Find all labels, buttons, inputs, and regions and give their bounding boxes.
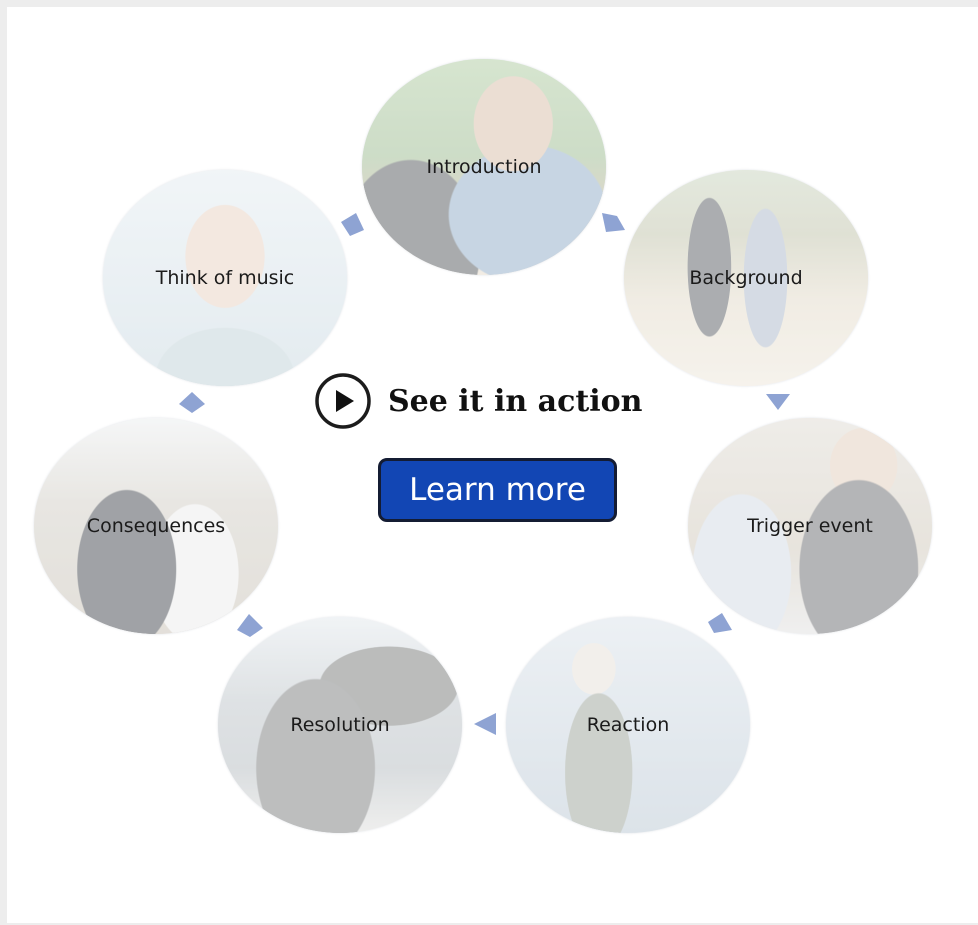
step-label: Think of music bbox=[155, 267, 295, 289]
step-label: Reaction bbox=[586, 714, 670, 736]
play-circle-icon[interactable] bbox=[314, 372, 372, 430]
arrow-background-to-trigger bbox=[766, 394, 790, 410]
step-consequences[interactable]: Consequences bbox=[34, 418, 278, 634]
arrow-reaction-to-resolution bbox=[474, 713, 496, 735]
step-reaction[interactable]: Reaction bbox=[506, 617, 750, 833]
step-label: Resolution bbox=[290, 714, 390, 736]
step-resolution[interactable]: Resolution bbox=[218, 617, 462, 833]
step-background[interactable]: Background bbox=[624, 170, 868, 386]
step-label: Consequences bbox=[86, 515, 226, 537]
arrow-consequences-to-music bbox=[179, 392, 205, 413]
learn-more-button[interactable]: Learn more bbox=[378, 458, 617, 522]
step-trigger-event[interactable]: Trigger event bbox=[688, 418, 932, 634]
step-think-of-music[interactable]: Think of music bbox=[103, 170, 347, 386]
step-label: Trigger event bbox=[747, 515, 873, 537]
see-it-in-action-link[interactable]: See it in action bbox=[314, 370, 642, 432]
see-it-in-action-text[interactable]: See it in action bbox=[388, 384, 642, 419]
step-label: Background bbox=[689, 267, 803, 289]
step-label: Introduction bbox=[426, 156, 542, 178]
step-introduction[interactable]: Introduction bbox=[362, 59, 606, 275]
story-cycle-diagram: Introduction Background Trigger event Re… bbox=[0, 0, 978, 925]
